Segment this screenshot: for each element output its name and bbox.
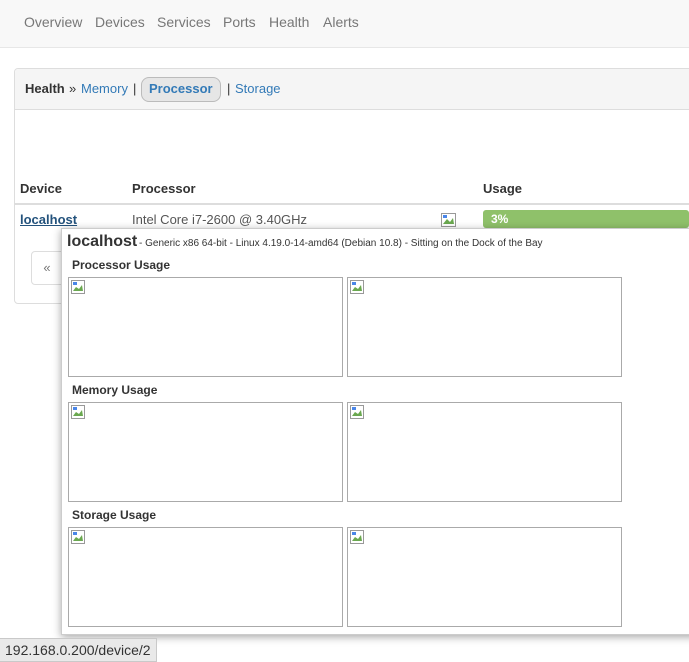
nav-item-alerts[interactable]: Alerts [323,14,359,30]
column-header-processor: Processor [132,181,196,196]
memory-graph-1[interactable] [68,402,343,502]
nav-item-services[interactable]: Services [157,14,211,30]
usage-progress-bar: 3% [483,210,689,228]
broken-image-icon [350,280,364,294]
browser-status-url: 192.168.0.200/device/2 [0,638,157,662]
nav-item-health[interactable]: Health [269,14,309,30]
section-title-memory: Memory Usage [72,383,158,397]
panel-heading: Health » Memory | Processor | Storage [15,69,689,110]
breadcrumb-arrow: » [69,81,77,96]
section-title-processor: Processor Usage [72,258,171,272]
broken-image-icon [350,405,364,419]
storage-graph-1[interactable] [68,527,343,627]
breadcrumb-separator: | [133,81,137,96]
usage-percent: 3% [491,212,509,226]
processor-graph-2[interactable] [347,277,622,377]
nav-item-overview[interactable]: Overview [24,14,82,30]
table-header-divider [15,203,689,205]
column-header-device: Device [20,181,62,196]
broken-image-icon [71,530,85,544]
device-link-localhost[interactable]: localhost [20,212,77,227]
broken-image-icon[interactable] [441,213,456,227]
memory-graph-2[interactable] [347,402,622,502]
section-title-storage: Storage Usage [72,508,157,522]
device-preview-popup: localhost - Generic x86 64-bit - Linux 4… [61,228,689,635]
breadcrumb-storage-link[interactable]: Storage [235,81,281,96]
nav-item-devices[interactable]: Devices [95,14,145,30]
popup-hostname: localhost [67,233,138,250]
nav-item-ports[interactable]: Ports [223,14,256,30]
popup-device-description: - Generic x86 64-bit - Linux 4.19.0-14-a… [139,238,543,249]
breadcrumb-health: Health [25,81,65,96]
breadcrumb-processor-active[interactable]: Processor [141,77,221,102]
processor-graph-1[interactable] [68,277,343,377]
broken-image-icon [350,530,364,544]
processor-name: Intel Core i7-2600 @ 3.40GHz [132,212,308,227]
storage-graph-2[interactable] [347,527,622,627]
breadcrumb-separator: | [227,81,231,96]
pagination-prev-button[interactable]: « [31,251,63,285]
broken-image-icon [71,405,85,419]
top-navbar: Overview Devices Services Ports Health A… [0,0,689,48]
broken-image-icon [71,280,85,294]
usage-progress-fill [483,210,689,228]
breadcrumb-memory-link[interactable]: Memory [81,81,128,96]
column-header-usage: Usage [483,181,523,196]
